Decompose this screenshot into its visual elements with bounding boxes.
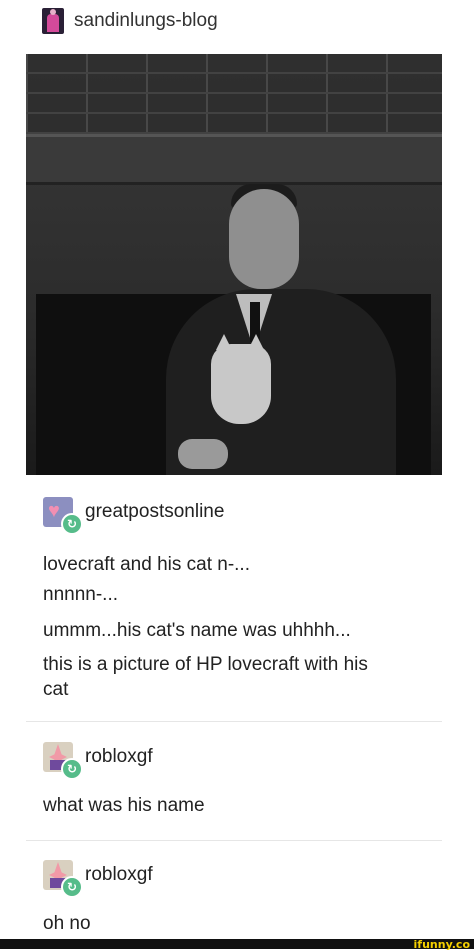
post-author[interactable]: ↻ robloxgf [43,860,153,898]
author-username[interactable]: robloxgf [85,746,153,768]
post-text-line: cat [43,679,69,700]
blog-header[interactable]: sandinlungs-blog [42,6,218,36]
post-divider [26,721,442,722]
blog-avatar[interactable] [42,8,64,34]
author-username[interactable]: greatpostsonline [85,501,224,523]
author-avatar[interactable]: ↻ [43,860,83,898]
reblog-icon: ↻ [61,758,83,780]
author-avatar[interactable]: ♥ ↻ [43,497,83,535]
brick-wall [26,54,442,134]
bottom-bar [0,939,474,949]
watermark-text: ifunny.co [413,938,470,951]
reblog-icon: ↻ [61,513,83,535]
post-text-line: ummm...his cat's name was uhhhh... [43,620,351,641]
post-text-line: what was his name [43,795,205,816]
post-photo[interactable] [26,54,442,475]
post-author[interactable]: ♥ ↻ greatpostsonline [43,497,224,535]
blog-username[interactable]: sandinlungs-blog [74,10,218,32]
heart-icon: ♥ [48,500,60,522]
author-avatar[interactable]: ↻ [43,742,83,780]
avatar-figure [47,9,59,32]
reblog-icon: ↻ [61,876,83,898]
person-hand [178,439,228,469]
author-username[interactable]: robloxgf [85,864,153,886]
post-text-line: this is a picture of HP lovecraft with h… [43,654,368,675]
cat [211,344,271,424]
person-head [229,189,299,289]
wall-ledge [26,134,442,185]
post-text-line: oh no [43,913,91,934]
post-divider [26,840,442,841]
post-text-line: lovecraft and his cat n-... [43,554,250,575]
post-text-line: nnnnn-... [43,584,118,605]
post-author[interactable]: ↻ robloxgf [43,742,153,780]
